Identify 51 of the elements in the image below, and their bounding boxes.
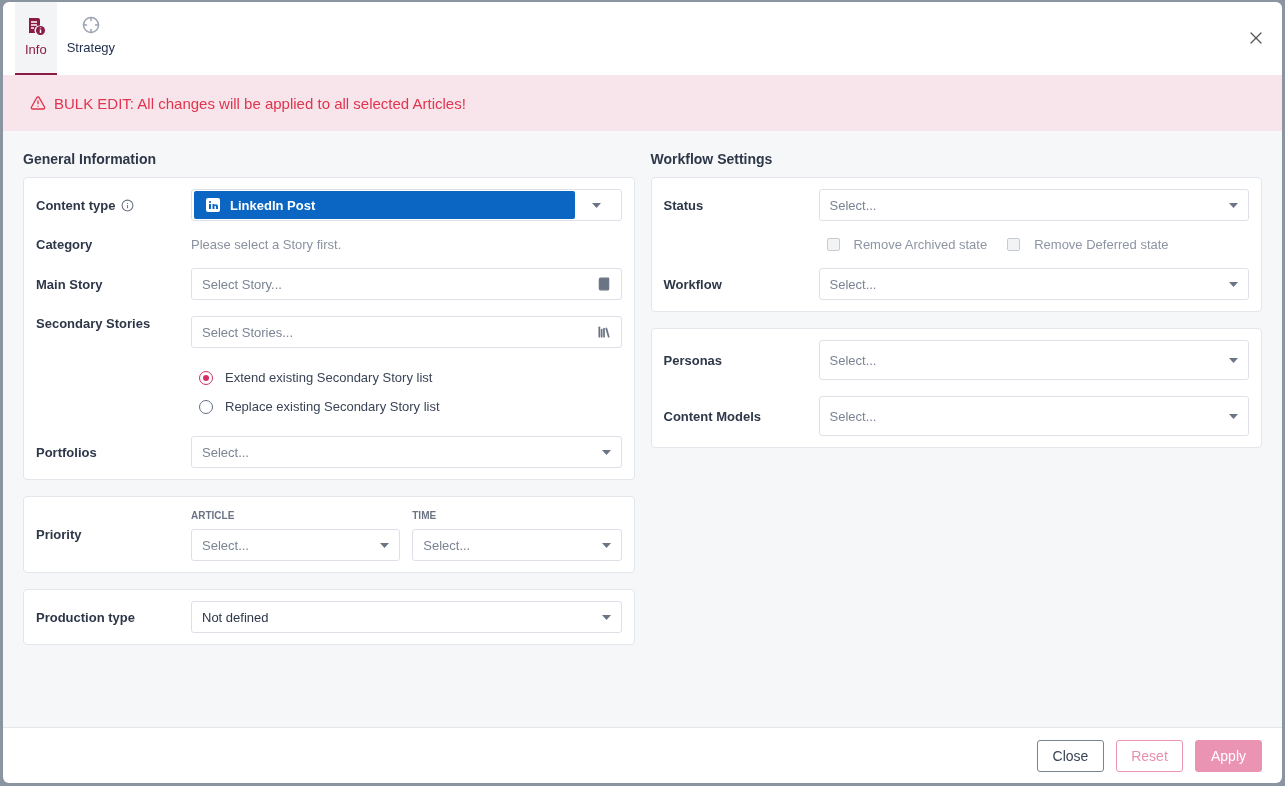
- books-icon: [596, 325, 611, 339]
- field-caption: ARTICLE: [191, 510, 236, 521]
- select-field[interactable]: Select...: [818, 268, 1249, 300]
- caret-icon: [1229, 202, 1238, 208]
- select-field[interactable]: Select...: [191, 529, 401, 561]
- info-icon: [121, 198, 135, 212]
- checkbox-label: Remove Archived state: [853, 237, 988, 252]
- field-label: Production type: [36, 609, 136, 625]
- select-field[interactable]: Not defined: [191, 601, 622, 633]
- checkbox-label: Remove Deferred state: [1034, 237, 1169, 252]
- section-title: Workflow Settings: [650, 151, 774, 167]
- field-label: Main Story: [36, 276, 104, 292]
- radio-label: Extend existing Secondary Story list: [225, 370, 433, 385]
- linkedin-icon: [206, 198, 220, 212]
- caret-icon: [1229, 281, 1238, 287]
- field-label: Secondary Stories: [36, 316, 152, 331]
- field-label: Content Models: [663, 408, 762, 424]
- field-label: Portfolios: [36, 444, 98, 460]
- book-icon: [596, 277, 611, 291]
- select-field[interactable]: Select...: [412, 529, 622, 561]
- warning-icon: [30, 95, 46, 111]
- tab[interactable]: Strategy: [56, 2, 126, 75]
- field-label: Priority: [36, 527, 83, 542]
- field-label: Status: [663, 197, 705, 213]
- content-type-select[interactable]: LinkedIn Post: [191, 189, 622, 221]
- hint-text: Please select a Story first.: [191, 237, 343, 252]
- field-caption: TIME: [412, 510, 438, 521]
- footer-button[interactable]: Close: [1037, 739, 1104, 772]
- caret-icon: [601, 614, 611, 620]
- caret-icon: [380, 542, 390, 548]
- caret-icon: [592, 202, 601, 208]
- tab[interactable]: Info: [15, 2, 57, 75]
- radio-label: Replace existing Secondary Story list: [225, 399, 440, 414]
- select-field[interactable]: Select...: [818, 189, 1249, 221]
- section-title: General Information: [23, 151, 158, 167]
- caret-icon: [601, 542, 611, 548]
- selected-value: LinkedIn Post: [230, 197, 316, 213]
- warning-text: BULK EDIT: All changes will be applied to all selected Articles!: [54, 94, 466, 112]
- select-field[interactable]: Select...: [191, 436, 622, 468]
- field-label: Category: [36, 237, 94, 252]
- select-field[interactable]: Select...: [818, 340, 1249, 380]
- caret-icon: [601, 449, 611, 455]
- crosshair-icon: [81, 16, 100, 34]
- field-label: Workflow: [663, 276, 723, 292]
- field-label: Personas: [663, 352, 724, 368]
- stories-lookup-field[interactable]: Select Stories...: [191, 316, 622, 348]
- story-lookup-field[interactable]: Select Story...: [191, 268, 622, 300]
- caret-icon: [1229, 413, 1238, 419]
- caret-icon: [1229, 357, 1238, 363]
- field-label: Content type: [36, 197, 191, 213]
- select-field[interactable]: Select...: [818, 396, 1249, 436]
